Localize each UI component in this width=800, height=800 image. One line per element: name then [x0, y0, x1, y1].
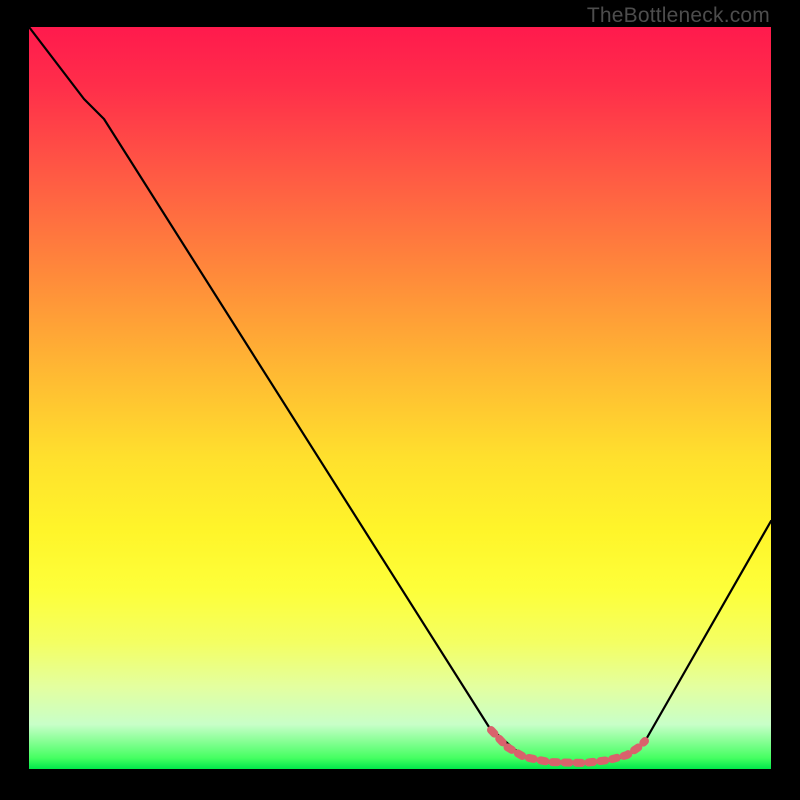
- chart-frame: TheBottleneck.com: [0, 0, 800, 800]
- valley-highlight: [491, 730, 645, 763]
- chart-svg: [29, 27, 771, 769]
- plot-area: [29, 27, 771, 769]
- bottleneck-curve: [29, 27, 771, 763]
- watermark-text: TheBottleneck.com: [587, 4, 770, 28]
